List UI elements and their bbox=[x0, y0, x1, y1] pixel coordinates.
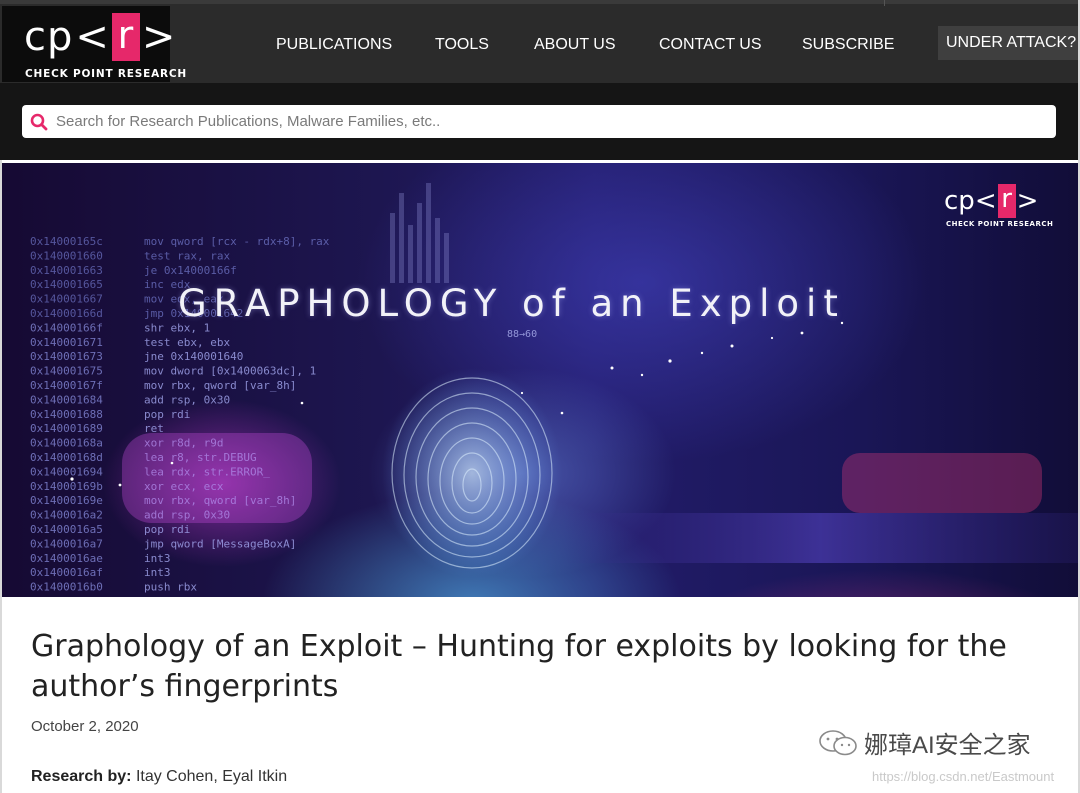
nav-subscribe[interactable]: SUBSCRIBE bbox=[802, 36, 894, 54]
code-address: 0x1400016a7 bbox=[30, 537, 103, 550]
code-instruction: pop rdi bbox=[144, 523, 190, 536]
hero-cpr-logo: cp < r > CHECK POINT RESEARCH bbox=[944, 183, 1053, 228]
code-address: 0x140001675 bbox=[30, 365, 103, 378]
code-instruction: mov dword [0x1400063dc], 1 bbox=[144, 365, 316, 378]
code-address: 0x140001688 bbox=[30, 408, 103, 421]
code-address: 0x14000169b bbox=[30, 480, 103, 493]
code-address: 0x140001694 bbox=[30, 465, 103, 478]
article-title: Graphology of an Exploit – Hunting for e… bbox=[31, 629, 1007, 704]
code-instruction: add rsp, 0x30 bbox=[144, 393, 230, 406]
byline-authors[interactable]: Itay Cohen, Eyal Itkin bbox=[132, 768, 287, 785]
code-instruction: test ebx, ebx bbox=[144, 336, 230, 349]
hero-logo-lt-text: < bbox=[974, 186, 997, 216]
code-instruction: push rbx bbox=[144, 581, 197, 594]
code-address: 0x140001671 bbox=[30, 336, 103, 349]
search-band bbox=[0, 83, 1080, 160]
logo-cp-text: cp bbox=[24, 14, 74, 60]
hero-title: GRAPHOLOGY of an Exploit bbox=[178, 282, 845, 325]
code-address: 0x14000166f bbox=[30, 321, 103, 334]
top-header: cp < r > CHECK POINT RESEARCH PUBLICATIO… bbox=[0, 0, 1080, 83]
watermark-url: https://blog.csdn.net/Eastmount bbox=[872, 769, 1055, 784]
search-bar[interactable] bbox=[22, 105, 1056, 138]
logo-mark: cp < r > bbox=[24, 13, 178, 61]
logo-gt-text: > bbox=[141, 14, 177, 60]
code-address: 0x14000168d bbox=[30, 451, 103, 464]
under-attack-button[interactable]: UNDER ATTACK? bbox=[938, 26, 1080, 60]
code-address: 0x14000167f bbox=[30, 379, 103, 392]
logo-r-text: r bbox=[111, 13, 140, 61]
code-address: 0x1400016b0 bbox=[30, 581, 103, 594]
code-address: 0x1400016af bbox=[30, 566, 103, 579]
wechat-watermark: 娜璋AI安全之家 bbox=[818, 725, 1031, 760]
publish-date: October 2, 2020 bbox=[31, 718, 139, 735]
hero-logo-gt-text: > bbox=[1016, 186, 1039, 216]
code-instruction: int3 bbox=[144, 552, 171, 565]
code-instruction: mov qword [rcx - rdx+8], rax bbox=[144, 235, 330, 248]
code-address: 0x14000165c bbox=[30, 235, 103, 248]
code-address: 0x140001660 bbox=[30, 249, 103, 262]
cpr-logo[interactable]: cp < r > CHECK POINT RESEARCH bbox=[2, 6, 186, 82]
byline-label: Research by: bbox=[31, 768, 132, 785]
code-address: 0x140001684 bbox=[30, 393, 103, 406]
logo-lt-text: < bbox=[75, 14, 110, 60]
code-address: 0x140001667 bbox=[30, 293, 103, 306]
wechat-icon bbox=[819, 729, 857, 755]
header-divider bbox=[884, 0, 885, 6]
code-instruction: int3 bbox=[144, 566, 171, 579]
hero-small-label: 88→60 bbox=[507, 329, 537, 340]
search-input[interactable] bbox=[56, 106, 1036, 137]
code-instruction: pop rdi bbox=[144, 408, 190, 421]
code-address: 0x1400016a5 bbox=[30, 523, 103, 536]
code-instruction: jne 0x140001640 bbox=[144, 350, 243, 363]
code-instruction: test rax, rax bbox=[144, 249, 230, 262]
code-address: 0x140001673 bbox=[30, 350, 103, 363]
left-frame-edge bbox=[0, 160, 2, 793]
nav-contact-us[interactable]: CONTACT US bbox=[659, 36, 762, 54]
nav-tools[interactable]: TOOLS bbox=[435, 36, 489, 54]
hero-artwork: 0x14000165c0x1400016600x1400016630x14000… bbox=[30, 183, 1078, 594]
hero-logo-mark: cp < r > bbox=[944, 183, 1053, 219]
code-instruction: jmp qword [MessageBoxA] bbox=[144, 537, 296, 550]
code-address: 0x14000168a bbox=[30, 437, 103, 450]
code-address: 0x140001663 bbox=[30, 264, 103, 277]
code-instruction: mov rbx, qword [var_8h] bbox=[144, 379, 296, 392]
code-address: 0x1400016a2 bbox=[30, 509, 103, 522]
logo-subtitle: CHECK POINT RESEARCH bbox=[25, 68, 187, 80]
watermark-text: 娜璋AI安全之家 bbox=[864, 732, 1031, 759]
hero-banner: 0x14000165c 0x140001660 0x140001663 0x14000… bbox=[2, 163, 1078, 597]
nav-about-us[interactable]: ABOUT US bbox=[534, 36, 616, 54]
search-icon[interactable] bbox=[22, 105, 56, 138]
code-address: 0x14000169e bbox=[30, 494, 103, 507]
hero-logo-subtitle: CHECK POINT RESEARCH bbox=[946, 220, 1054, 228]
code-address: 0x1400016ae bbox=[30, 552, 103, 565]
fingerprint-graphic bbox=[382, 368, 562, 578]
code-address: 0x140001689 bbox=[30, 422, 103, 435]
code-address: 0x140001665 bbox=[30, 278, 103, 291]
article-header: Graphology of an Exploit – Hunting for e… bbox=[0, 597, 1080, 793]
hero-logo-cp-text: cp bbox=[944, 186, 975, 216]
header-top-border bbox=[0, 0, 1080, 4]
nav-publications[interactable]: PUBLICATIONS bbox=[276, 36, 392, 54]
code-instruction: je 0x14000166f bbox=[144, 264, 237, 277]
code-address: 0x14000166d bbox=[30, 307, 103, 320]
byline: Research by: Itay Cohen, Eyal Itkin bbox=[31, 768, 287, 786]
bar-graphic bbox=[390, 183, 449, 283]
hero-logo-r-text: r bbox=[997, 184, 1016, 218]
